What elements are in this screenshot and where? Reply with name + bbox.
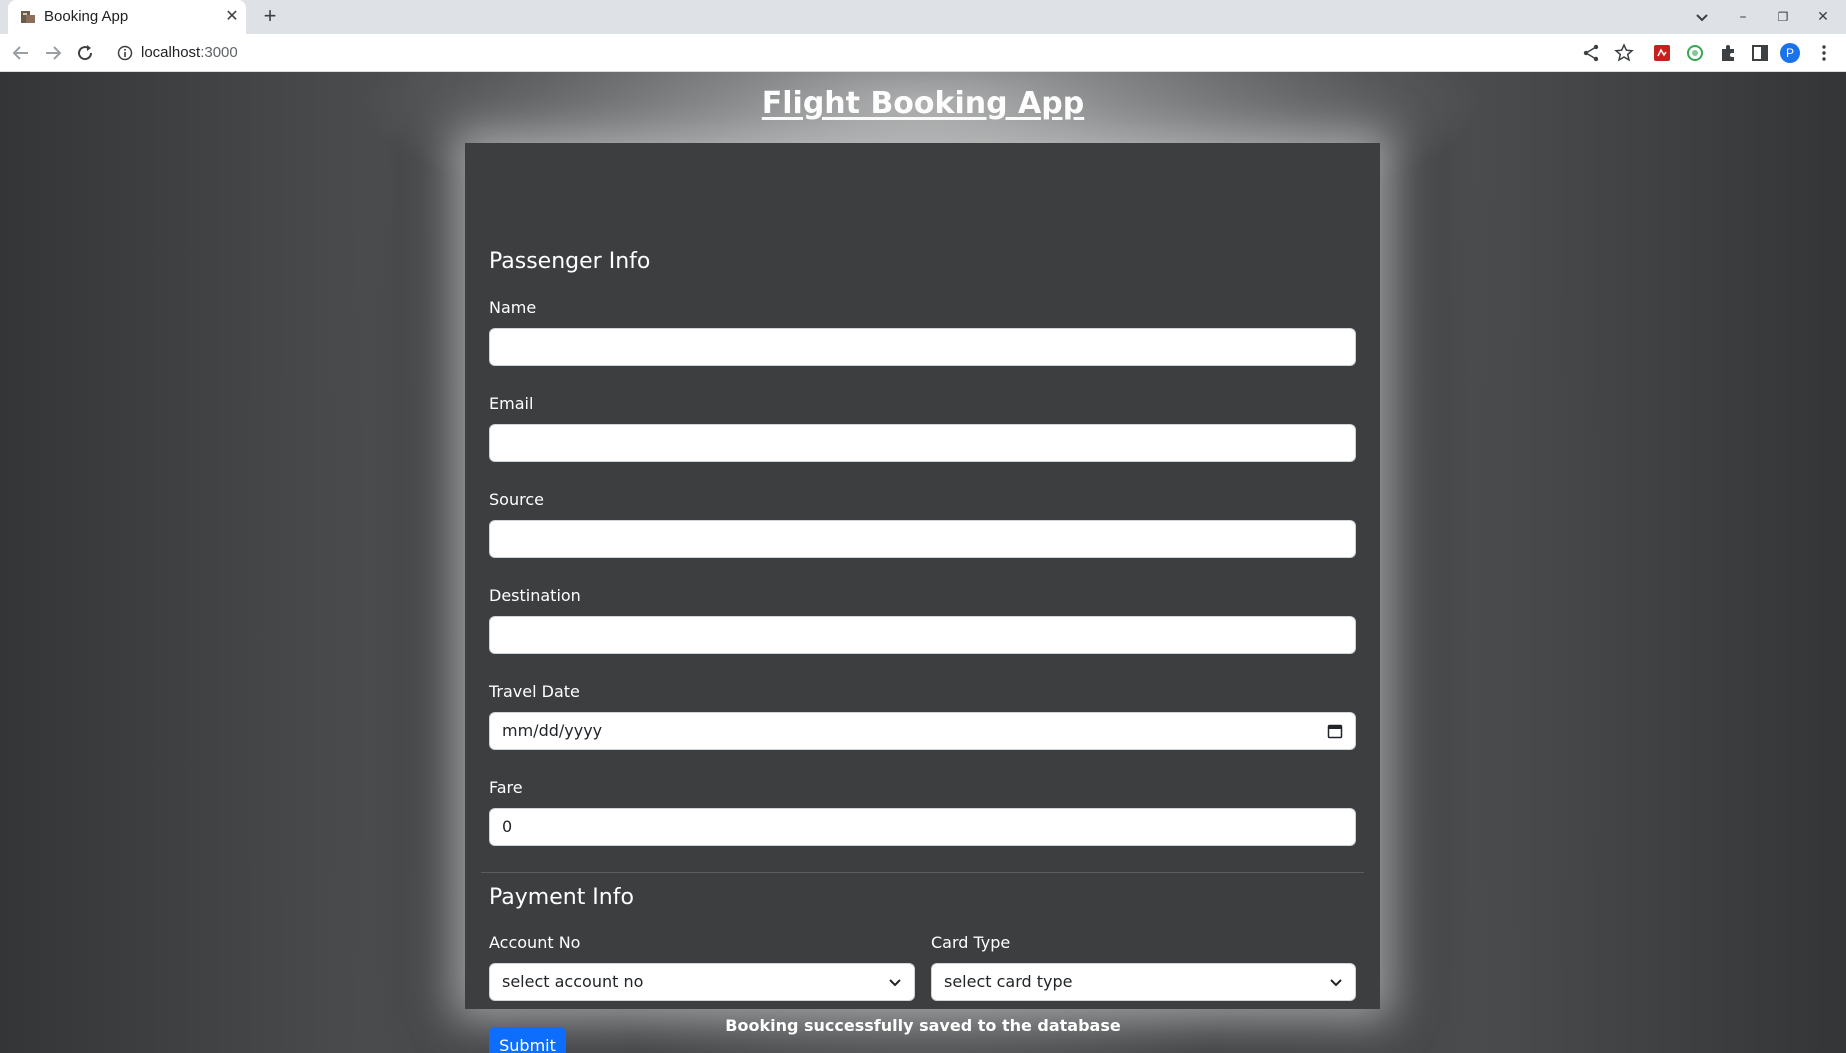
source-label: Source: [489, 490, 544, 509]
site-info-icon[interactable]: [116, 44, 134, 62]
page-title: Flight Booking App: [761, 86, 1085, 121]
account-no-select[interactable]: select account no: [489, 963, 915, 1001]
tab-search-icon[interactable]: [1690, 6, 1714, 28]
extensions-puzzle-icon[interactable]: [1718, 43, 1738, 63]
calendar-icon[interactable]: [1327, 723, 1343, 739]
browser-tabstrip: Booking App ✕ + – ❐ ✕: [0, 0, 1846, 34]
side-panel-icon[interactable]: [1750, 43, 1770, 63]
restore-icon[interactable]: ❐: [1771, 6, 1795, 28]
extension-circle-icon[interactable]: [1685, 43, 1705, 63]
fare-input[interactable]: 0: [489, 808, 1356, 846]
payment-info-heading: Payment Info: [489, 885, 634, 910]
passenger-info-heading: Passenger Info: [489, 249, 651, 274]
reload-icon[interactable]: [74, 42, 96, 64]
profile-avatar[interactable]: P: [1780, 43, 1800, 63]
card-type-select[interactable]: select card type: [931, 963, 1356, 1001]
address-bar[interactable]: localhost:3000: [141, 44, 238, 61]
fare-label: Fare: [489, 778, 523, 797]
new-tab-icon[interactable]: +: [258, 5, 282, 29]
email-label: Email: [489, 394, 534, 413]
travel-date-label: Travel Date: [489, 682, 580, 701]
section-divider: [481, 872, 1364, 873]
minimize-icon[interactable]: –: [1731, 6, 1755, 28]
extension-pdf-icon[interactable]: [1652, 43, 1672, 63]
browser-menu-icon[interactable]: [1814, 43, 1834, 63]
name-label: Name: [489, 298, 537, 317]
destination-input[interactable]: [489, 616, 1356, 654]
back-icon[interactable]: [10, 42, 32, 64]
account-no-selected: select account no: [502, 972, 644, 991]
chevron-down-icon: [1330, 979, 1342, 987]
page-viewport: Flight Booking App Passenger Info Name E…: [0, 72, 1846, 1053]
chevron-down-icon: [889, 979, 901, 987]
app-favicon-icon: [21, 11, 35, 23]
url-port: :3000: [200, 44, 238, 61]
booking-form-card: Passenger Info Name Email Source Destina…: [465, 143, 1380, 1053]
url-host: localhost: [141, 44, 201, 61]
browser-tab[interactable]: Booking App ✕: [8, 0, 246, 34]
fare-value: 0: [502, 817, 513, 836]
card-type-selected: select card type: [944, 972, 1073, 991]
destination-label: Destination: [489, 586, 581, 605]
share-icon[interactable]: [1581, 43, 1601, 63]
browser-toolbar: localhost:3000 P: [0, 34, 1846, 72]
card-type-label: Card Type: [931, 933, 1011, 952]
email-input[interactable]: [489, 424, 1356, 462]
account-no-label: Account No: [489, 933, 581, 952]
status-message: Booking successfully saved to the databa…: [725, 1016, 1121, 1035]
close-tab-icon[interactable]: ✕: [222, 6, 242, 26]
travel-date-input[interactable]: mm/dd/yyyy: [489, 712, 1356, 750]
window-close-icon[interactable]: ✕: [1811, 6, 1835, 28]
tab-title: Booking App: [44, 8, 129, 25]
forward-icon[interactable]: [42, 42, 64, 64]
travel-date-placeholder: mm/dd/yyyy: [502, 721, 603, 740]
name-input[interactable]: [489, 328, 1356, 366]
source-input[interactable]: [489, 520, 1356, 558]
bookmark-star-icon[interactable]: [1614, 43, 1634, 63]
